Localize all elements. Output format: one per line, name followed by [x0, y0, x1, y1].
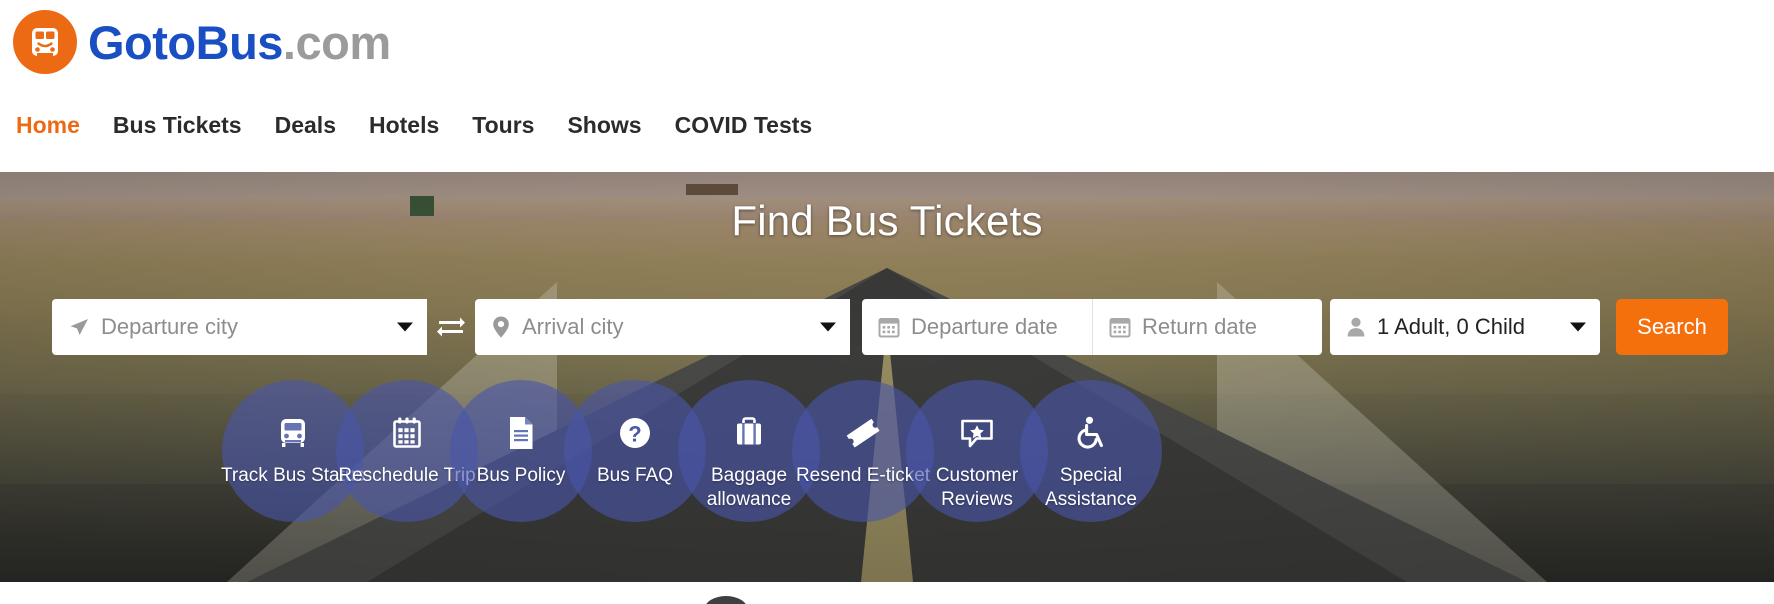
- map-pin-icon: [491, 315, 511, 339]
- quicklink-label: Special Assistance: [1045, 465, 1137, 511]
- chevron-down-icon[interactable]: [820, 322, 836, 332]
- document-icon: [503, 412, 539, 454]
- departure-date-placeholder: Departure date: [911, 314, 1058, 339]
- search-button[interactable]: Search: [1616, 299, 1728, 355]
- chevron-down-icon[interactable]: [1570, 322, 1586, 332]
- wheelchair-icon: [1072, 412, 1110, 454]
- bus-logo-icon: [13, 10, 77, 74]
- svg-text:?: ?: [628, 422, 641, 447]
- hero-section: Find Bus Tickets Departure city Arrival …: [0, 172, 1774, 582]
- arrival-city-placeholder: Arrival city: [522, 314, 624, 339]
- review-star-icon: [957, 412, 997, 454]
- nav-item-home[interactable]: Home: [16, 112, 80, 139]
- site-header: GotoBus.com Home Bus Tickets Deals Hotel…: [0, 0, 1774, 172]
- return-date-placeholder: Return date: [1142, 314, 1257, 339]
- paper-plane-icon: [68, 316, 90, 338]
- departure-city-field[interactable]: Departure city: [52, 299, 427, 355]
- quicklink-special-assistance[interactable]: Special Assistance: [1020, 380, 1162, 522]
- ticket-icon: [843, 412, 883, 454]
- nav-item-covid-tests[interactable]: COVID Tests: [675, 112, 813, 139]
- hero-title: Find Bus Tickets: [731, 197, 1043, 244]
- bus-icon: [274, 412, 312, 454]
- departure-date-field[interactable]: Departure date: [862, 299, 1092, 355]
- passengers-field[interactable]: 1 Adult, 0 Child: [1330, 299, 1600, 355]
- return-date-field[interactable]: Return date: [1092, 299, 1322, 355]
- logo-brand-text: GotoBus: [88, 15, 283, 69]
- arrival-city-field[interactable]: Arrival city: [475, 299, 850, 355]
- suitcase-icon: [730, 412, 768, 454]
- bus-search-form: Departure city Arrival city Departure da…: [52, 299, 1728, 355]
- calendar-icon: [388, 412, 426, 454]
- chevron-down-icon[interactable]: [397, 322, 413, 332]
- departure-city-placeholder: Departure city: [101, 314, 238, 339]
- quick-links-row: Track Bus Status Reschedule Trip Bus Pol…: [221, 380, 1162, 522]
- nav-item-tours[interactable]: Tours: [472, 112, 534, 139]
- calendar-icon: [878, 316, 900, 338]
- question-circle-icon: ?: [616, 412, 654, 454]
- page-root: GotoBus.com Home Bus Tickets Deals Hotel…: [0, 0, 1774, 604]
- swap-cities-button[interactable]: [427, 299, 475, 355]
- swap-arrows-icon: [436, 313, 466, 342]
- logo-tld-text: .com: [282, 15, 391, 69]
- calendar-icon: [1109, 316, 1131, 338]
- nav-item-bus-tickets[interactable]: Bus Tickets: [113, 112, 242, 139]
- person-icon: [1346, 316, 1366, 338]
- nav-item-hotels[interactable]: Hotels: [369, 112, 439, 139]
- main-navigation: Home Bus Tickets Deals Hotels Tours Show…: [16, 112, 812, 139]
- site-logo[interactable]: GotoBus.com: [13, 10, 391, 74]
- nav-item-deals[interactable]: Deals: [275, 112, 336, 139]
- passengers-value: 1 Adult, 0 Child: [1377, 314, 1525, 339]
- page-body-top: [0, 582, 1774, 604]
- nav-item-shows[interactable]: Shows: [567, 112, 641, 139]
- logo-wordmark: GotoBus.com: [88, 19, 391, 66]
